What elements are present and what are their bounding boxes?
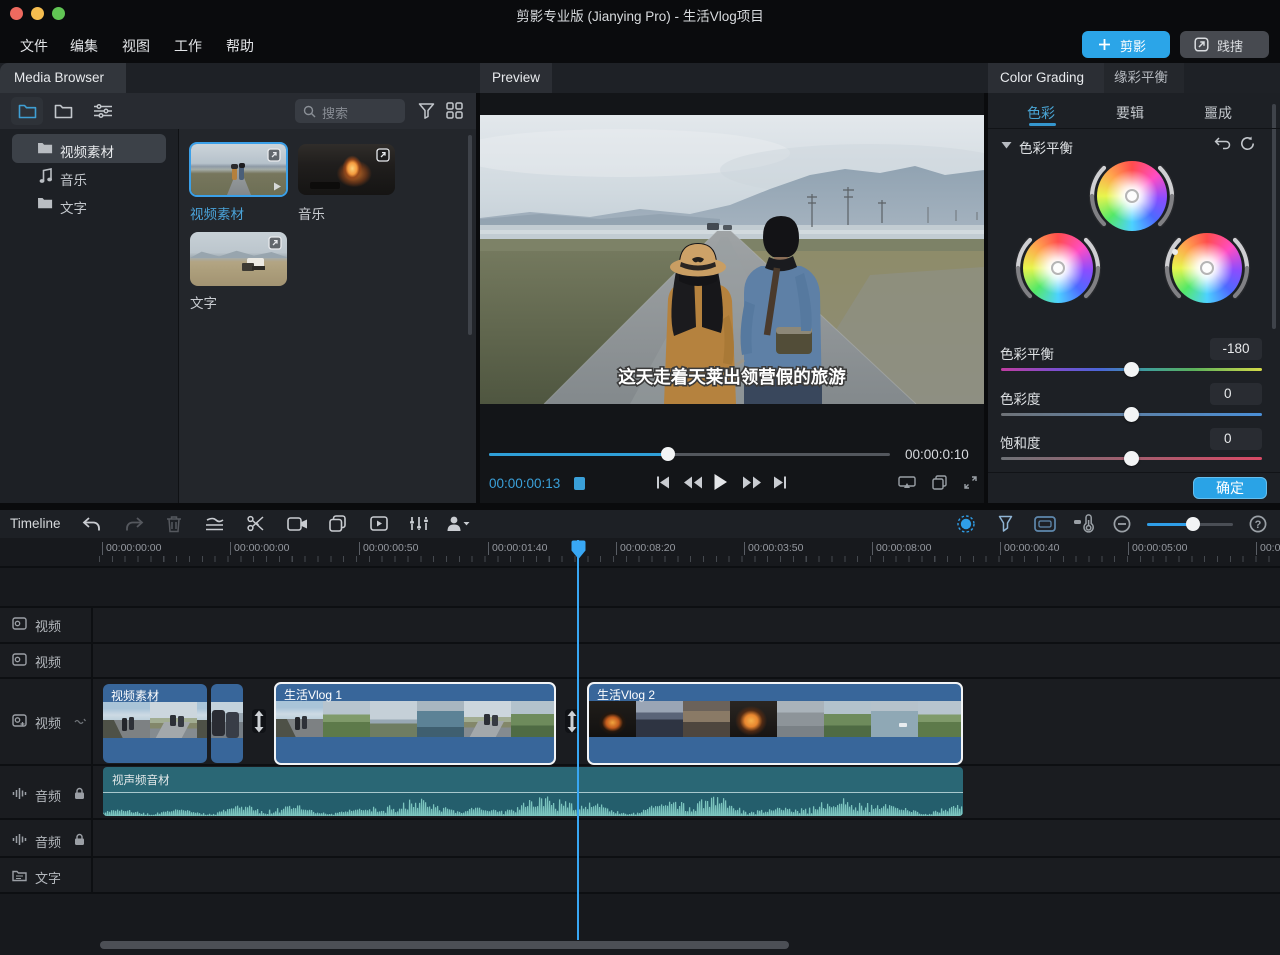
svg-text:这天走着天莱出领营假的旅游: 这天走着天莱出领营假的旅游 bbox=[618, 367, 846, 387]
svg-text:?: ? bbox=[1255, 519, 1262, 531]
